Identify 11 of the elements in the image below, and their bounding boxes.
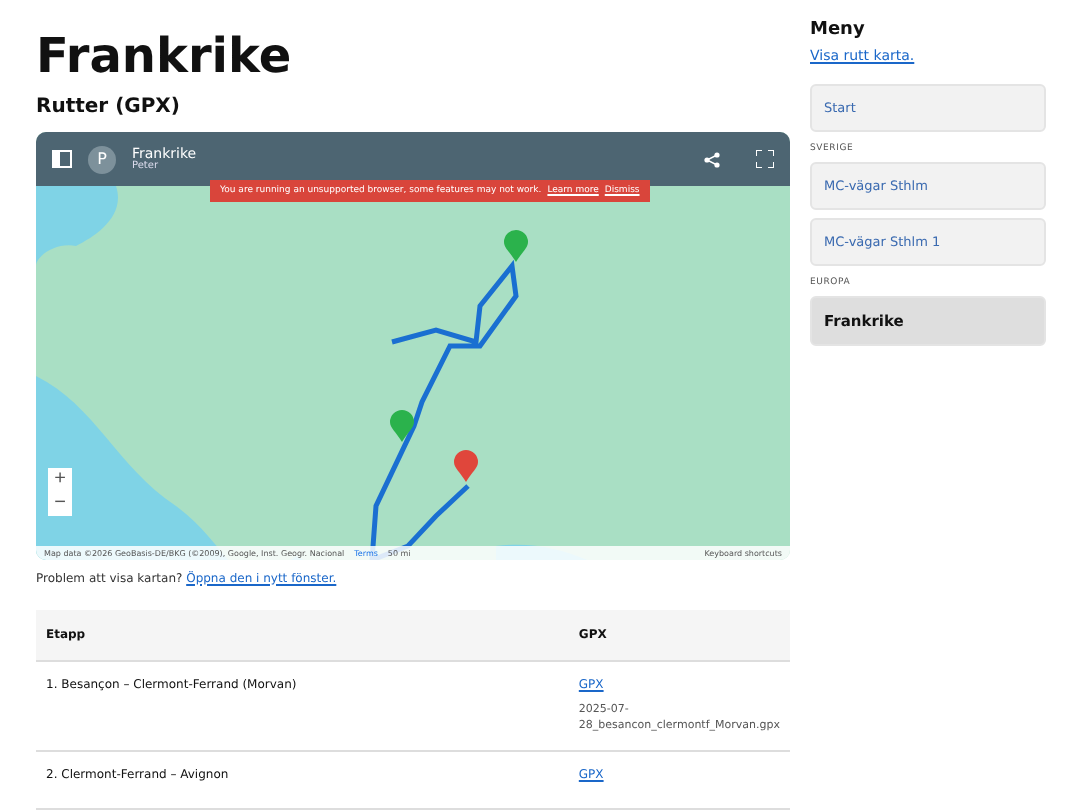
avatar: P [88, 145, 116, 173]
water-area [36, 186, 118, 266]
fullscreen-icon[interactable] [756, 150, 774, 168]
sidebar-toggle-icon[interactable] [52, 150, 72, 168]
map-view[interactable] [36, 132, 790, 559]
page-title: Frankrike [36, 28, 294, 84]
menu-title: Meny [810, 20, 867, 40]
map-pin[interactable] [390, 410, 414, 442]
share-icon[interactable] [704, 151, 720, 167]
page-subtitle: Rutter (GPX) [36, 96, 182, 118]
map-pin[interactable] [454, 450, 478, 482]
